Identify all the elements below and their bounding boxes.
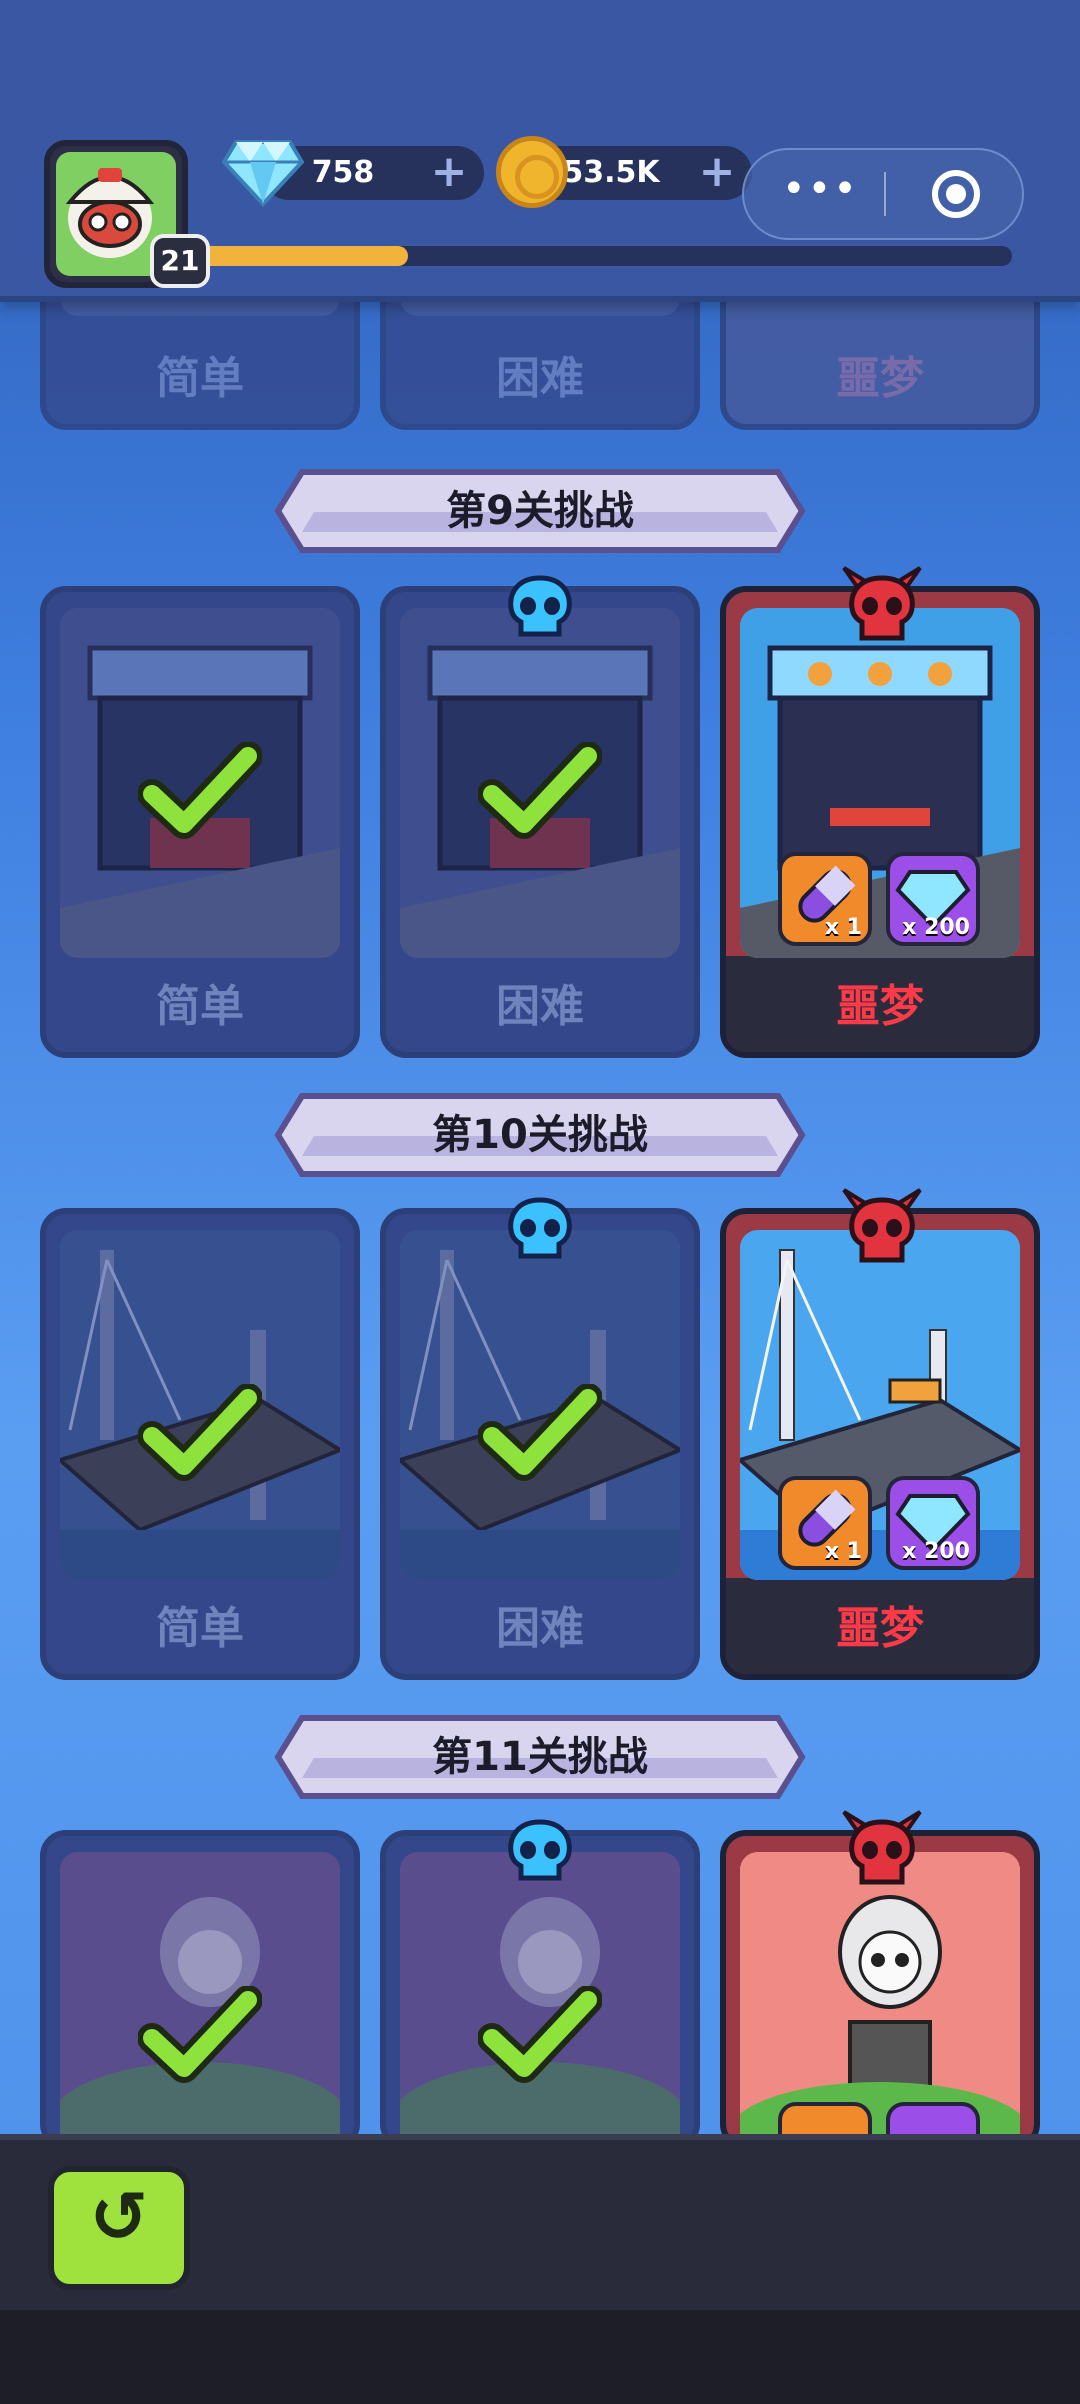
- challenge-11-easy-card[interactable]: [40, 1830, 360, 2150]
- completed-check-icon: [478, 1986, 602, 2083]
- bottom-safe-area: [0, 2310, 1080, 2404]
- diamond-icon: x 200: [886, 1476, 980, 1570]
- xp-progress-bar: [196, 246, 1012, 266]
- challenge-9-nightmare-card[interactable]: x 1 x 200 噩梦: [720, 586, 1040, 1058]
- difficulty-label-nightmare: 噩梦: [836, 981, 924, 1032]
- challenge-title: 第10关挑战: [432, 1112, 648, 1158]
- challenge-10-easy-card[interactable]: 简单: [40, 1208, 360, 1680]
- challenge-9-easy-card[interactable]: 简单: [40, 586, 360, 1058]
- bottom-bar: ↺: [0, 2134, 1080, 2404]
- coin-icon: [496, 136, 568, 208]
- difficulty-label-easy: 简单: [156, 1603, 244, 1654]
- challenge-10-nightmare-card[interactable]: x 1 x 200 噩梦: [720, 1208, 1040, 1680]
- target-icon[interactable]: [932, 170, 980, 218]
- difficulty-label-nightmare: 噩梦: [836, 1603, 924, 1654]
- add-coins-button[interactable]: +: [696, 150, 738, 194]
- blue-skull-icon: [508, 1197, 572, 1259]
- reward-count: x 1: [824, 1539, 862, 1564]
- difficulty-label-hard: 困难: [496, 981, 584, 1032]
- completed-check-icon: [478, 1384, 602, 1481]
- diamond-icon: [222, 140, 304, 207]
- reward-count: x 1: [824, 915, 862, 940]
- challenge-9-hard-card[interactable]: 困难: [380, 586, 700, 1058]
- reward-count: x 200: [902, 915, 970, 940]
- top-bar: 21 758 + 53.5K + •••: [0, 0, 1080, 302]
- challenge-11-banner: 第11关挑战: [274, 1714, 806, 1800]
- blue-skull-icon: [508, 1819, 572, 1881]
- challenge-9-banner: 第9关挑战: [274, 468, 806, 554]
- capsule-divider: [884, 172, 886, 216]
- capsule-pill-icon: x 1: [778, 852, 872, 946]
- difficulty-label-easy: 简单: [156, 353, 244, 404]
- back-arrow-icon: ↺: [89, 2176, 149, 2258]
- mini-program-capsule: •••: [742, 148, 1024, 240]
- challenge-title: 第11关挑战: [432, 1734, 648, 1780]
- completed-check-icon: [478, 742, 602, 839]
- completed-check-icon: [138, 1384, 262, 1481]
- completed-check-icon: [138, 1986, 262, 2083]
- capsule-pill-icon: x 1: [778, 1476, 872, 1570]
- difficulty-label-hard: 困难: [496, 353, 584, 404]
- reward-count: x 200: [902, 1539, 970, 1564]
- completed-check-icon: [138, 742, 262, 839]
- red-devil-skull-icon: [842, 566, 922, 641]
- blue-skull-icon: [508, 575, 572, 637]
- red-devil-skull-icon: [842, 1810, 922, 1885]
- difficulty-label-easy: 简单: [156, 981, 244, 1032]
- challenge-10-banner: 第10关挑战: [274, 1092, 806, 1178]
- xp-progress-fill: [196, 246, 409, 266]
- player-level-badge: 21: [150, 234, 210, 288]
- challenge-title: 第9关挑战: [446, 488, 634, 534]
- challenge-10-hard-card[interactable]: 困难: [380, 1208, 700, 1680]
- diamond-icon: x 200: [886, 852, 980, 946]
- back-button[interactable]: ↺: [48, 2166, 190, 2290]
- add-gems-button[interactable]: +: [428, 150, 470, 194]
- reaper-scene-image: [740, 1852, 1020, 2144]
- difficulty-label-nightmare: 噩梦: [836, 353, 924, 404]
- red-devil-skull-icon: [842, 1188, 922, 1263]
- more-dots-icon[interactable]: •••: [782, 150, 857, 238]
- difficulty-label-hard: 困难: [496, 1603, 584, 1654]
